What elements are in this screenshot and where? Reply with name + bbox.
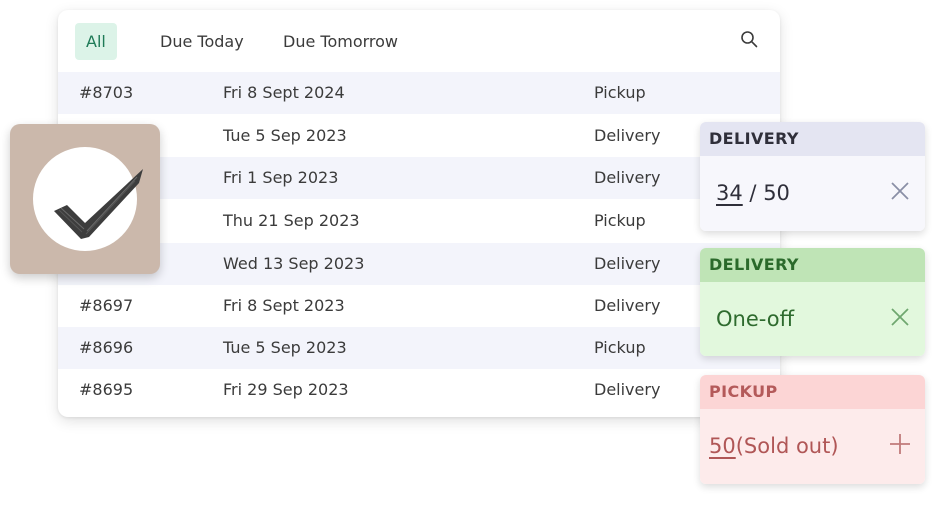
- order-type: Pickup: [594, 211, 646, 230]
- sold-out-note: (Sold out): [735, 434, 839, 458]
- delivery-quantity: 34 / 50: [716, 178, 790, 208]
- card-body: One-off: [700, 282, 925, 356]
- table-row[interactable]: Tue 5 Sep 2023 Delivery: [58, 115, 780, 157]
- order-id: #8695: [79, 380, 134, 399]
- table-row[interactable]: #8696 Tue 5 Sep 2023 Pickup: [58, 327, 780, 369]
- order-date: Fri 8 Sept 2024: [223, 83, 345, 102]
- quantity-count[interactable]: 34: [716, 181, 743, 205]
- plus-icon[interactable]: [889, 433, 911, 455]
- table-row[interactable]: #8703 Fri 8 Sept 2024 Pickup: [58, 72, 780, 114]
- table-row[interactable]: #8695 Fri 29 Sep 2023 Delivery: [58, 369, 780, 411]
- card-title: DELIVERY: [700, 122, 925, 156]
- order-date: Wed 13 Sep 2023: [223, 254, 365, 273]
- quantity-separator: /: [749, 181, 757, 205]
- search-icon[interactable]: [740, 30, 758, 48]
- delivery-frequency: One-off: [716, 307, 795, 331]
- tab-due-today[interactable]: Due Today: [149, 23, 255, 60]
- table-row[interactable]: Fri 1 Sep 2023 Delivery: [58, 157, 780, 199]
- order-date: Tue 5 Sep 2023: [223, 338, 347, 357]
- close-icon[interactable]: [889, 306, 911, 328]
- delivery-oneoff-card: DELIVERY One-off: [700, 248, 925, 356]
- filter-tabs: All Due Today Due Tomorrow: [58, 10, 780, 72]
- order-type: Delivery: [594, 254, 661, 273]
- order-date: Fri 1 Sep 2023: [223, 168, 339, 187]
- order-date: Fri 29 Sep 2023: [223, 380, 349, 399]
- card-title: PICKUP: [700, 375, 925, 409]
- order-type: Delivery: [594, 168, 661, 187]
- order-type: Delivery: [594, 380, 661, 399]
- order-date: Tue 5 Sep 2023: [223, 126, 347, 145]
- close-icon[interactable]: [889, 180, 911, 202]
- check-circle: [33, 147, 143, 251]
- pickup-quantity: 50(Sold out): [709, 431, 839, 461]
- delivery-count-card: DELIVERY 34 / 50: [700, 122, 925, 231]
- card-body: 50(Sold out): [700, 409, 925, 484]
- orders-panel: All Due Today Due Tomorrow #8703 Fri 8 S…: [58, 10, 780, 417]
- order-date: Thu 21 Sep 2023: [223, 211, 360, 230]
- pickup-card: PICKUP 50(Sold out): [700, 375, 925, 484]
- card-body: 34 / 50: [700, 156, 925, 231]
- pickup-count[interactable]: 50: [709, 434, 736, 458]
- checkmark-icon: [54, 169, 143, 239]
- order-id: #8696: [79, 338, 134, 357]
- order-id: #8703: [79, 83, 134, 102]
- order-id: #8697: [79, 296, 134, 315]
- table-row[interactable]: Thu 21 Sep 2023 Pickup: [58, 200, 780, 242]
- check-badge: [10, 124, 160, 274]
- order-type: Delivery: [594, 296, 661, 315]
- table-row[interactable]: Wed 13 Sep 2023 Delivery: [58, 243, 780, 285]
- quantity-total: 50: [763, 181, 790, 205]
- tab-due-tomorrow[interactable]: Due Tomorrow: [272, 23, 409, 60]
- order-type: Delivery: [594, 126, 661, 145]
- order-type: Pickup: [594, 338, 646, 357]
- tab-all[interactable]: All: [75, 23, 117, 60]
- order-type: Pickup: [594, 83, 646, 102]
- card-title: DELIVERY: [700, 248, 925, 282]
- table-row[interactable]: #8697 Fri 8 Sept 2023 Delivery: [58, 285, 780, 327]
- order-date: Fri 8 Sept 2023: [223, 296, 345, 315]
